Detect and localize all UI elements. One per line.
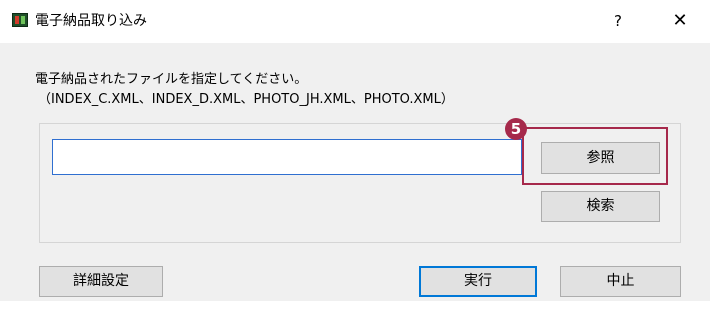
file-path-input[interactable]	[52, 139, 522, 175]
help-button[interactable]: ?	[596, 5, 640, 37]
app-icon-green-strip	[21, 16, 25, 24]
close-button[interactable]: ✕	[655, 5, 705, 37]
step-number-badge: 5	[505, 118, 527, 140]
window-title: 電子納品取り込み	[35, 13, 147, 29]
app-icon-red-strip	[15, 16, 19, 24]
import-dialog: 電子納品取り込み ? ✕ 電子納品されたファイルを指定してください。 （INDE…	[0, 0, 710, 301]
cancel-button[interactable]: 中止	[560, 266, 681, 297]
instruction-text: 電子納品されたファイルを指定してください。	[35, 72, 308, 87]
search-button[interactable]: 検索	[541, 191, 660, 222]
app-icon	[12, 13, 28, 27]
run-button[interactable]: 実行	[419, 266, 537, 297]
instruction-file-types: （INDEX_C.XML、INDEX_D.XML、PHOTO_JH.XML、PH…	[38, 92, 454, 107]
highlight-frame	[522, 127, 668, 185]
detail-settings-button[interactable]: 詳細設定	[39, 266, 163, 297]
title-bar: 電子納品取り込み ? ✕	[0, 0, 710, 43]
